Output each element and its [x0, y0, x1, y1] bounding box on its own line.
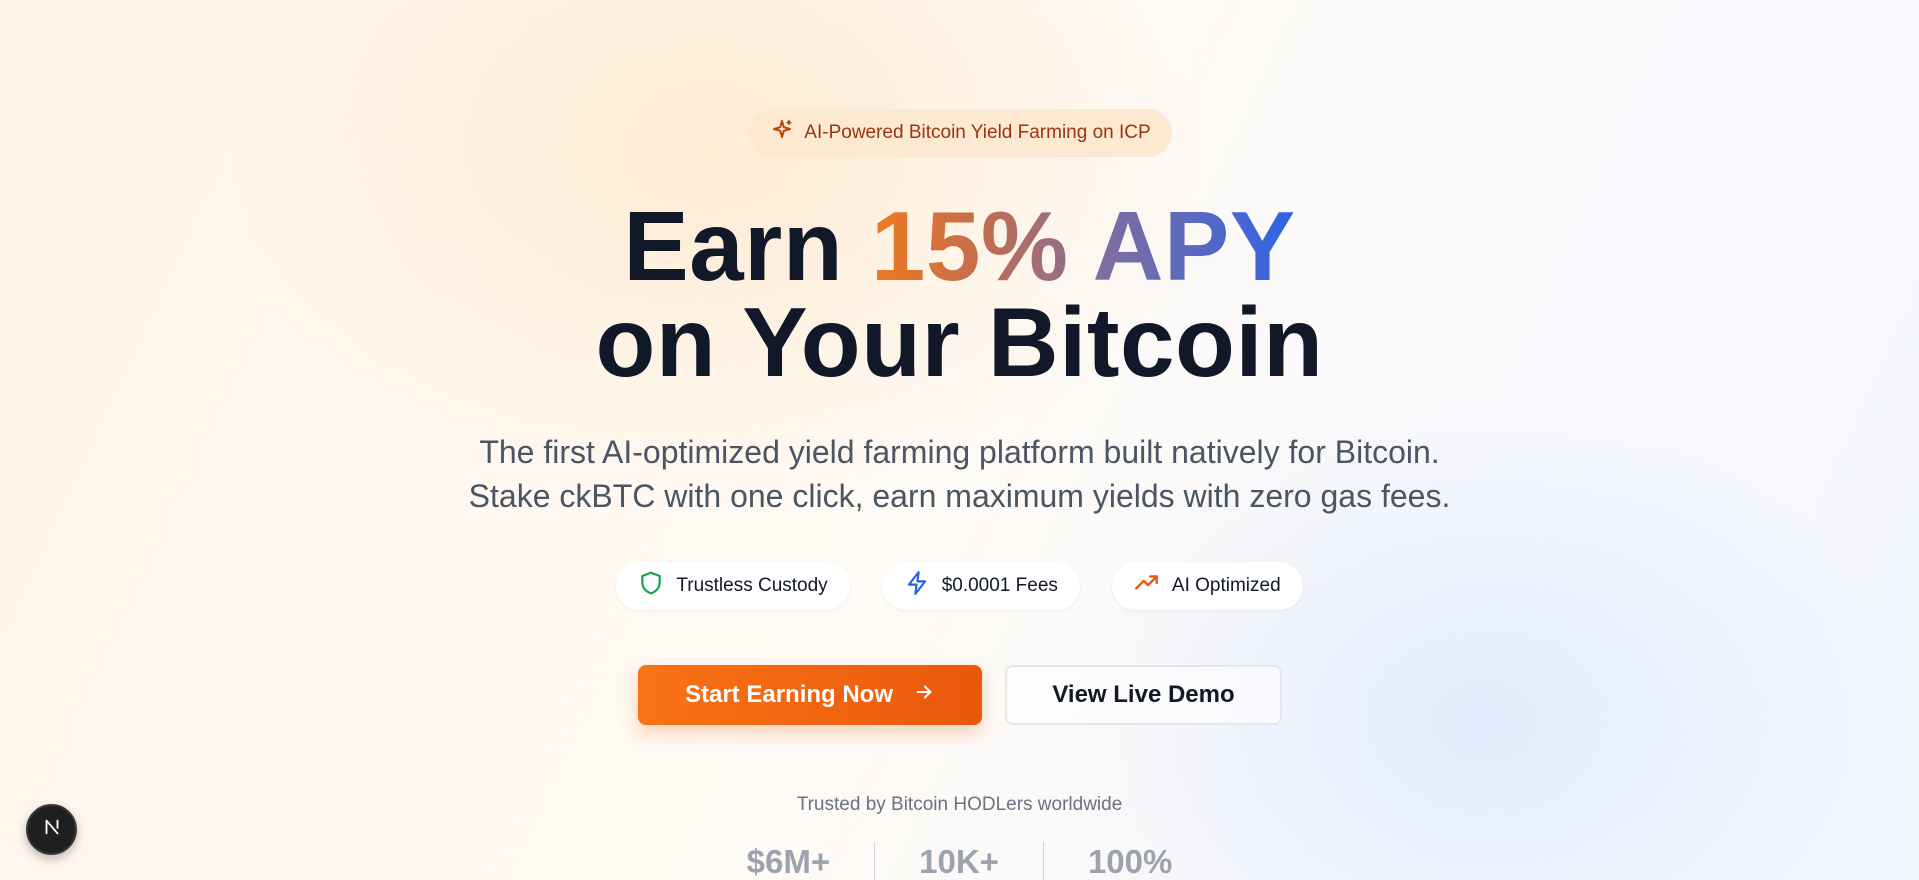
lightning-icon [904, 570, 930, 602]
trusted-caption: Trusted by Bitcoin HODLers worldwide [796, 794, 1123, 815]
hero-section: AI-Powered Bitcoin Yield Farming on ICP … [0, 0, 1919, 880]
feature-label: AI Optimized [1171, 575, 1281, 596]
trending-up-icon [1134, 570, 1160, 602]
subtitle-line1: The first AI-optimized yield farming pla… [479, 434, 1440, 470]
headline-line2: on Your Bitcoin [595, 287, 1324, 397]
subtitle-line2: Stake ckBTC with one click, earn maximum… [468, 478, 1451, 514]
announcement-badge: AI-Powered Bitcoin Yield Farming on ICP [749, 109, 1172, 157]
hero-subtitle: The first AI-optimized yield farming pla… [0, 430, 1919, 518]
dev-indicator-button[interactable] [26, 804, 77, 855]
feature-pill-trustless: Trustless Custody [616, 562, 850, 610]
feature-label: Trustless Custody [676, 575, 828, 596]
feature-pill-ai: AI Optimized [1111, 562, 1303, 610]
stat-value: 10K+ [874, 842, 1043, 880]
stat-value: 100% [1042, 842, 1216, 880]
headline-highlight: 15% APY [870, 191, 1296, 301]
sparkles-icon [770, 118, 794, 148]
arrow-right-icon [913, 681, 935, 710]
feature-label: $0.0001 Fees [941, 575, 1058, 596]
page-title: Earn 15% APY on Your Bitcoin [0, 197, 1919, 391]
start-earning-button[interactable]: Start Earning Now [638, 665, 982, 725]
nextjs-logo-icon [41, 816, 63, 843]
badge-label: AI-Powered Bitcoin Yield Farming on ICP [804, 122, 1151, 143]
view-demo-button[interactable]: View Live Demo [1005, 665, 1282, 725]
stats-row: $6M+ 10K+ 100% [0, 842, 1919, 880]
cta-group: Start Earning Now View Live Demo [638, 665, 1282, 725]
headline-prefix: Earn [623, 191, 871, 301]
feature-pill-fees: $0.0001 Fees [881, 562, 1080, 610]
start-earning-label: Start Earning Now [684, 681, 894, 708]
feature-pills: Trustless Custody $0.0001 Fees AI Optimi… [0, 562, 1919, 610]
stat-value: $6M+ [746, 843, 831, 880]
shield-icon [638, 570, 664, 602]
